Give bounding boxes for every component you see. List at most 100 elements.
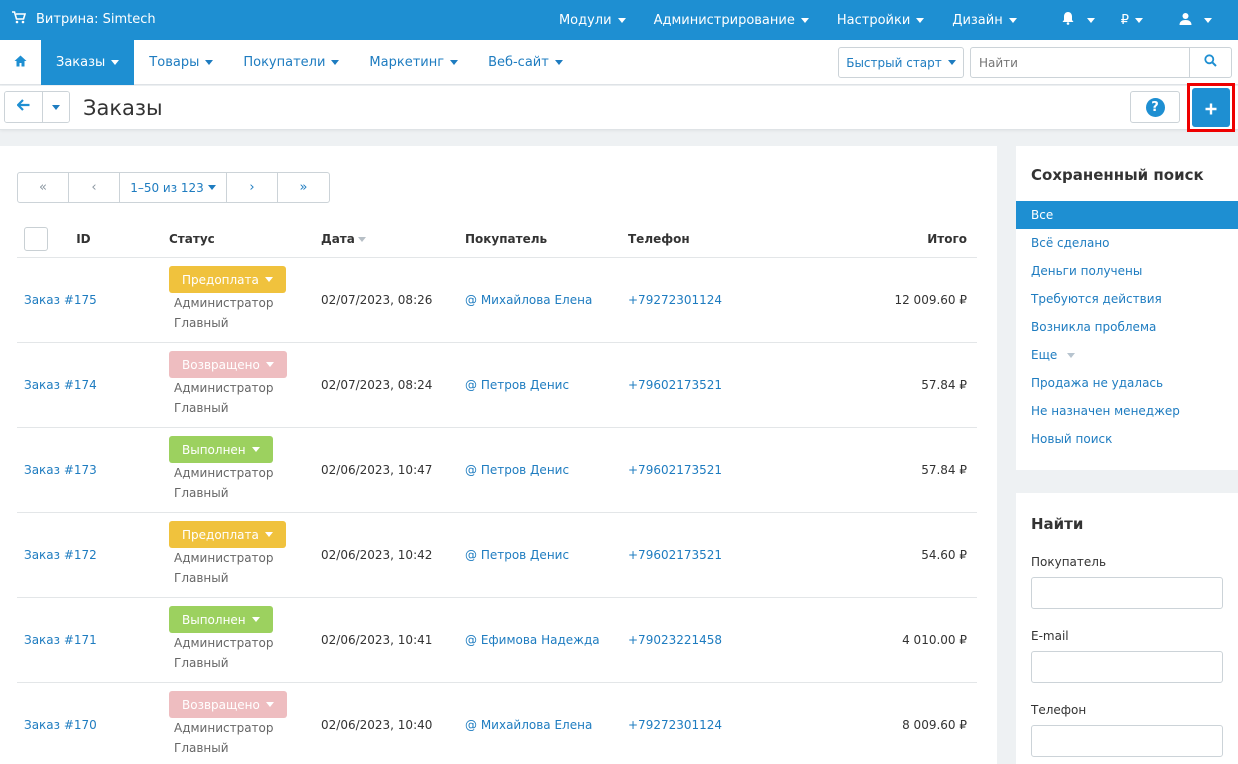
menu-modules-label: Модули <box>558 12 612 28</box>
saved-search-item-paid[interactable]: Деньги получены <box>1016 257 1238 285</box>
order-link[interactable]: Заказ #171 <box>24 633 97 647</box>
search-button[interactable] <box>1189 48 1231 77</box>
status-label: Предоплата <box>182 272 259 287</box>
tab-customers[interactable]: Покупатели <box>228 40 354 85</box>
menu-settings-label: Настройки <box>836 12 911 28</box>
order-customer-cell: @ Петров Денис <box>465 427 628 513</box>
phone-link[interactable]: +79602173521 <box>628 548 722 562</box>
pagination-range-dropdown[interactable]: 1–50 из 123 <box>120 173 227 202</box>
table-row: Заказ #170 Возвращено Администратор Главный… <box>17 682 977 764</box>
currency-menu[interactable]: ₽ <box>1107 0 1157 40</box>
tab-marketing[interactable]: Маркетинг <box>354 40 473 85</box>
quick-start-button[interactable]: Быстрый старт <box>838 47 964 78</box>
notifications-menu[interactable] <box>1031 0 1107 40</box>
order-link[interactable]: Заказ #170 <box>24 718 97 732</box>
status-dropdown[interactable]: Возвращено <box>169 691 287 718</box>
tab-products[interactable]: Товары <box>134 40 228 85</box>
table-header-total[interactable]: Итого <box>798 221 977 258</box>
order-status-cell: Возвращено Администратор Главный <box>169 682 321 764</box>
pagination-last-button[interactable]: » <box>278 173 329 202</box>
add-order-button[interactable] <box>1192 88 1230 127</box>
pagination-prev-button[interactable]: ‹ <box>69 173 120 202</box>
saved-search-item-problem[interactable]: Возникла проблема <box>1016 313 1238 341</box>
order-phone-cell: +79023221458 <box>628 597 798 683</box>
back-history-dropdown[interactable] <box>43 92 69 122</box>
back-button[interactable] <box>5 92 43 122</box>
customer-field-label: Покупатель <box>1031 555 1107 569</box>
manager-first-line: Администратор <box>174 381 274 395</box>
section-navbar: Заказы Товары Покупатели Маркетинг Веб-с… <box>0 40 1238 85</box>
customer-link[interactable]: @ Петров Денис <box>465 548 569 562</box>
order-status-cell: Выполнен Администратор Главный <box>169 427 321 513</box>
manager-second-line: Главный <box>174 316 229 330</box>
status-dropdown[interactable]: Предоплата <box>169 266 286 293</box>
help-button[interactable]: ? <box>1130 91 1180 123</box>
phone-link[interactable]: +79602173521 <box>628 463 722 477</box>
global-search <box>970 47 1232 78</box>
customer-link[interactable]: @ Ефимова Надежда <box>465 633 600 647</box>
order-link[interactable]: Заказ #175 <box>24 293 97 307</box>
phone-field[interactable] <box>1031 725 1223 757</box>
email-field[interactable] <box>1031 651 1223 683</box>
search-input[interactable] <box>971 48 1191 77</box>
order-id-cell: Заказ #172 <box>17 512 169 598</box>
saved-search-item-more[interactable]: Еще <box>1016 341 1238 369</box>
order-link[interactable]: Заказ #172 <box>24 548 97 562</box>
phone-link[interactable]: +79602173521 <box>628 378 722 392</box>
menu-modules[interactable]: Модули <box>545 0 640 40</box>
menu-administration[interactable]: Администрирование <box>640 0 823 40</box>
user-menu[interactable] <box>1157 0 1238 40</box>
customer-link[interactable]: @ Михайлова Елена <box>465 293 592 307</box>
saved-search-item-sale-failed[interactable]: Продажа не удалась <box>1016 369 1238 397</box>
storefront-label: Витрина: Simtech <box>36 12 156 27</box>
phone-link[interactable]: +79023221458 <box>628 633 722 647</box>
customer-field[interactable] <box>1031 577 1223 609</box>
customer-link[interactable]: @ Михайлова Елена <box>465 718 592 732</box>
status-dropdown[interactable]: Возвращено <box>169 351 287 378</box>
select-all-checkbox[interactable] <box>24 226 48 251</box>
tab-website[interactable]: Веб-сайт <box>473 40 578 85</box>
status-label: Предоплата <box>182 527 259 542</box>
pagination-first-button[interactable]: « <box>18 173 69 202</box>
table-row: Заказ #173 Выполнен Администратор Главный 02… <box>17 427 977 513</box>
table-header-phone[interactable]: Телефон <box>628 221 798 258</box>
manager-name: Администратор Главный <box>174 293 321 333</box>
status-label: Выполнен <box>182 612 246 627</box>
saved-search-item-all[interactable]: Все <box>1016 201 1238 229</box>
table-row: Заказ #174 Возвращено Администратор Главный… <box>17 342 977 428</box>
home-button[interactable] <box>0 40 40 85</box>
find-title: Найти <box>1031 515 1084 533</box>
sort-icon <box>357 236 366 242</box>
order-date-cell: 02/07/2023, 08:24 <box>321 342 465 428</box>
saved-search-item-new-search[interactable]: Новый поиск <box>1016 425 1238 453</box>
chevron-down-icon <box>251 447 260 452</box>
table-header-status[interactable]: Статус <box>169 221 321 258</box>
menu-design[interactable]: Дизайн <box>938 0 1030 40</box>
phone-link[interactable]: +79272301124 <box>628 293 722 307</box>
menu-settings[interactable]: Настройки <box>823 0 938 40</box>
table-row: Заказ #171 Выполнен Администратор Главный 02… <box>17 597 977 683</box>
page-title: Заказы <box>83 96 163 120</box>
phone-link[interactable]: +79272301124 <box>628 718 722 732</box>
order-link[interactable]: Заказ #173 <box>24 463 97 477</box>
saved-search-item-no-manager[interactable]: Не назначен менеджер <box>1016 397 1238 425</box>
manager-first-line: Администратор <box>174 466 274 480</box>
phone-field-label: Телефон <box>1031 703 1087 717</box>
table-header-customer[interactable]: Покупатель <box>465 221 628 258</box>
status-dropdown[interactable]: Предоплата <box>169 521 286 548</box>
customer-link[interactable]: @ Петров Денис <box>465 378 569 392</box>
chevron-down-icon <box>52 104 60 110</box>
pagination-next-button[interactable]: › <box>227 173 278 202</box>
order-date-cell: 02/06/2023, 10:47 <box>321 427 465 513</box>
saved-search-item-action-required[interactable]: Требуются действия <box>1016 285 1238 313</box>
order-link[interactable]: Заказ #174 <box>24 378 97 392</box>
chevron-down-icon <box>265 362 274 367</box>
storefront-selector[interactable]: Витрина: Simtech <box>12 11 156 28</box>
tab-orders[interactable]: Заказы <box>41 40 135 85</box>
customer-link[interactable]: @ Петров Денис <box>465 463 569 477</box>
status-dropdown[interactable]: Выполнен <box>169 606 273 633</box>
chevron-down-icon <box>251 617 260 622</box>
status-dropdown[interactable]: Выполнен <box>169 436 273 463</box>
table-header-date[interactable]: Дата <box>321 221 465 258</box>
saved-search-item-done[interactable]: Всё сделано <box>1016 229 1238 257</box>
